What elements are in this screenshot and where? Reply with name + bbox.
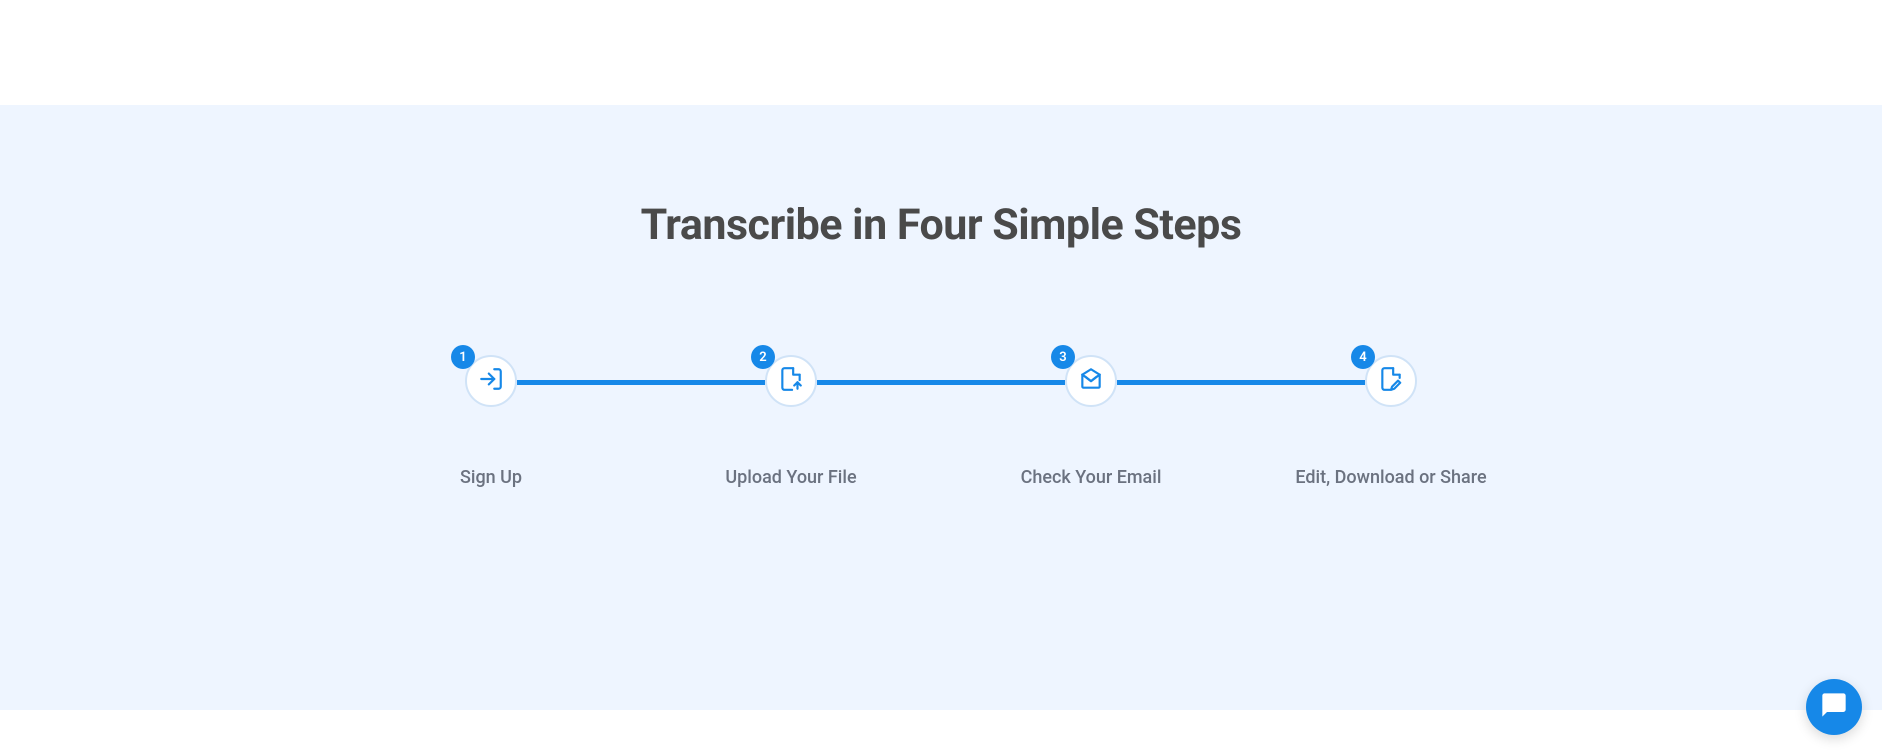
steps-container: 1 Sign Up 2 [341, 355, 1541, 488]
step-icon-wrapper: 4 [1365, 355, 1417, 407]
connector-line [1117, 380, 1365, 385]
step-icon-wrapper: 2 [765, 355, 817, 407]
connector-line [817, 380, 1065, 385]
step-sign-up: 1 Sign Up [341, 355, 641, 488]
step-label: Check Your Email [1021, 467, 1162, 488]
steps-section: Transcribe in Four Simple Steps 1 [0, 105, 1882, 710]
step-edit-download-share: 4 Edit, Download or Share [1241, 355, 1541, 488]
step-number-badge: 3 [1051, 345, 1075, 369]
email-icon [1078, 366, 1104, 396]
step-number-badge: 4 [1351, 345, 1375, 369]
step-label: Edit, Download or Share [1295, 467, 1486, 488]
step-label: Upload Your File [725, 467, 856, 488]
section-title: Transcribe in Four Simple Steps [0, 200, 1882, 250]
file-upload-icon [778, 366, 804, 396]
step-number-badge: 1 [451, 345, 475, 369]
file-edit-icon [1378, 366, 1404, 396]
step-check-email: 3 Check Your Email [941, 355, 1241, 488]
login-icon [478, 366, 504, 396]
step-number-badge: 2 [751, 345, 775, 369]
connector-line [517, 380, 765, 385]
step-upload-file: 2 Upload Your File [641, 355, 941, 488]
chat-widget-button[interactable] [1806, 679, 1862, 735]
step-label: Sign Up [460, 467, 522, 488]
chat-icon [1820, 691, 1848, 723]
step-icon-wrapper: 3 [1065, 355, 1117, 407]
step-icon-wrapper: 1 [465, 355, 517, 407]
